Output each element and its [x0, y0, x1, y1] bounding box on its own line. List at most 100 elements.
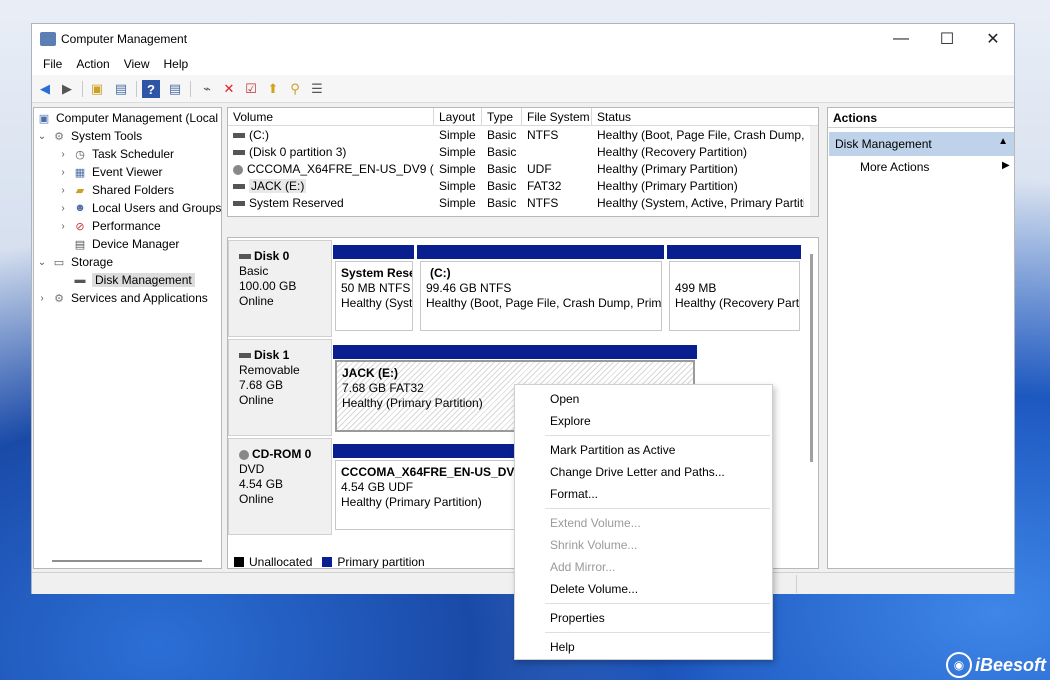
horizontal-scrollbar[interactable]	[52, 560, 202, 562]
maximize-button[interactable]: ☐	[924, 24, 970, 54]
services-icon: ⚙	[54, 292, 64, 305]
table-cell: (C:)	[228, 127, 434, 144]
chevron-right-icon[interactable]: ›	[58, 149, 68, 160]
menu-item-change-drive-letter[interactable]: Change Drive Letter and Paths...	[550, 465, 725, 479]
cd-rom-0-label[interactable]: CD-ROM 0 DVD 4.54 GB Online	[228, 438, 332, 535]
menu-item-format[interactable]: Format...	[550, 487, 598, 501]
ibeesoft-logo: ◉ iBeesoft	[945, 652, 1046, 678]
toolbar-separator	[136, 81, 137, 97]
chevron-down-icon[interactable]: ⌄	[37, 131, 47, 142]
menu-item-extend-volume: Extend Volume...	[550, 516, 641, 530]
clock-icon: ◷	[75, 148, 85, 161]
tree-item-label: Storage	[71, 255, 114, 269]
column-header-type[interactable]: Type	[482, 108, 522, 126]
tree-item-device-manager[interactable]: ▤ Device Manager	[73, 235, 180, 253]
tree-item-label: System Tools	[71, 129, 143, 143]
menu-item-help[interactable]: Help	[550, 640, 575, 654]
menu-item-explore[interactable]: Explore	[550, 414, 591, 428]
up-arrow-icon[interactable]: ⬆	[264, 80, 282, 98]
tree-item-event-viewer[interactable]: › ▦ Event Viewer	[58, 163, 162, 181]
table-cell: CCCOMA_X64FRE_EN-US_DV9 (D:)	[228, 161, 434, 178]
chevron-right-icon: ▶	[1002, 160, 1010, 171]
table-cell: Basic	[487, 162, 517, 176]
vertical-scrollbar[interactable]	[810, 126, 818, 216]
column-header-layout[interactable]: Layout	[434, 108, 482, 126]
table-cell: Simple	[439, 145, 476, 159]
disk-1-label[interactable]: Disk 1 Removable 7.68 GB Online	[228, 339, 332, 436]
table-cell: Simple	[439, 162, 476, 176]
menu-item-delete-volume[interactable]: Delete Volume...	[550, 582, 638, 596]
more-actions-item[interactable]: More Actions	[860, 160, 929, 174]
actions-section-disk-management[interactable]: Disk Management ▲	[829, 132, 1014, 156]
column-header-file-system[interactable]: File System	[522, 108, 592, 126]
tree-item-shared-folders[interactable]: › ▰ Shared Folders	[58, 181, 174, 199]
menu-help[interactable]: Help	[157, 54, 196, 75]
table-cell: Healthy (Primary Partition)	[597, 162, 738, 176]
checklist-icon[interactable]: ☑	[242, 80, 260, 98]
unallocated-swatch	[234, 556, 244, 567]
forward-arrow-icon[interactable]: ▶	[58, 80, 76, 98]
legend-unallocated: Unallocated	[249, 554, 313, 569]
show-hide-action-pane-icon[interactable]: ▤	[166, 80, 184, 98]
primary-partition-swatch	[322, 556, 333, 567]
collapse-arrow-icon[interactable]: ▲	[998, 136, 1008, 147]
tree-item-task-scheduler[interactable]: › ◷ Task Scheduler	[58, 145, 174, 163]
column-header-status[interactable]: Status	[592, 108, 818, 126]
tree-item-computer-management[interactable]: ▣ Computer Management (Local	[37, 109, 218, 127]
menu-bar: File Action View Help	[32, 54, 1014, 75]
back-arrow-icon[interactable]: ◀	[36, 80, 54, 98]
column-header-volume[interactable]: Volume	[228, 108, 434, 126]
vertical-scrollbar[interactable]	[810, 254, 813, 462]
help-icon[interactable]: ?	[142, 80, 160, 98]
menu-action[interactable]: Action	[69, 54, 116, 75]
close-button[interactable]: ✕	[970, 24, 1016, 54]
partition-c[interactable]: (C:) 99.46 GB NTFS Healthy (Boot, Page F…	[420, 261, 662, 331]
table-cell: Basic	[487, 145, 517, 159]
partition-recovery[interactable]: 499 MB Healthy (Recovery Part	[669, 261, 800, 331]
properties-icon[interactable]: ☰	[308, 80, 326, 98]
connect-icon[interactable]: ⌁	[198, 80, 216, 98]
chevron-right-icon[interactable]: ›	[58, 203, 68, 214]
tree-item-disk-management[interactable]: ▬ Disk Management	[73, 271, 195, 289]
shared-folder-icon: ▰	[75, 184, 85, 197]
menu-item-mark-partition-active[interactable]: Mark Partition as Active	[550, 443, 675, 457]
menu-separator	[545, 435, 770, 436]
chevron-right-icon[interactable]: ›	[58, 185, 68, 196]
table-cell: UDF	[527, 162, 552, 176]
legend-primary-partition: Primary partition	[337, 554, 425, 569]
tree-item-storage[interactable]: ⌄ ▭ Storage	[37, 253, 113, 271]
disk-icon	[239, 353, 251, 359]
chevron-right-icon[interactable]: ›	[58, 221, 68, 232]
chevron-right-icon[interactable]: ›	[58, 167, 68, 178]
chevron-right-icon[interactable]: ›	[37, 293, 47, 304]
search-icon[interactable]: ⚲	[286, 80, 304, 98]
tree-item-label: Local Users and Groups	[92, 201, 222, 215]
disk-icon: ▬	[74, 274, 86, 286]
minimize-button[interactable]: —	[878, 24, 924, 54]
tree-item-system-tools[interactable]: ⌄ ⚙ System Tools	[37, 127, 142, 145]
tree-item-performance[interactable]: › ⊘ Performance	[58, 217, 160, 235]
delete-icon[interactable]: ✕	[220, 80, 238, 98]
disk-0-label[interactable]: Disk 0 Basic 100.00 GB Online	[228, 240, 332, 337]
menu-file[interactable]: File	[36, 54, 69, 75]
table-cell: Healthy (System, Active, Primary Partiti	[597, 196, 804, 210]
chevron-down-icon[interactable]: ⌄	[37, 257, 47, 268]
partition-system-reserved[interactable]: System Rese 50 MB NTFS Healthy (Syst	[335, 261, 413, 331]
volume-icon	[233, 184, 245, 190]
tree-item-services-and-applications[interactable]: › ⚙ Services and Applications	[37, 289, 207, 307]
primary-partition-bar	[667, 245, 801, 259]
computer-icon: ▣	[38, 112, 50, 125]
up-folder-icon[interactable]: ▣	[88, 80, 106, 98]
menu-item-open[interactable]: Open	[550, 392, 579, 406]
table-cell: JACK (E:)	[228, 178, 434, 195]
menu-view[interactable]: View	[117, 54, 157, 75]
show-hide-tree-icon[interactable]: ▤	[112, 80, 130, 98]
primary-partition-bar	[333, 245, 414, 259]
tree-item-local-users[interactable]: › ☻ Local Users and Groups	[58, 199, 221, 217]
console-tree: ▣ Computer Management (Local ⌄ ⚙ System Too…	[33, 107, 222, 569]
tree-item-label: Event Viewer	[92, 165, 163, 179]
menu-item-properties[interactable]: Properties	[550, 611, 605, 625]
table-cell: Healthy (Primary Partition)	[597, 179, 738, 193]
device-manager-icon: ▤	[74, 238, 86, 251]
tree-item-label: Disk Management	[92, 273, 195, 287]
